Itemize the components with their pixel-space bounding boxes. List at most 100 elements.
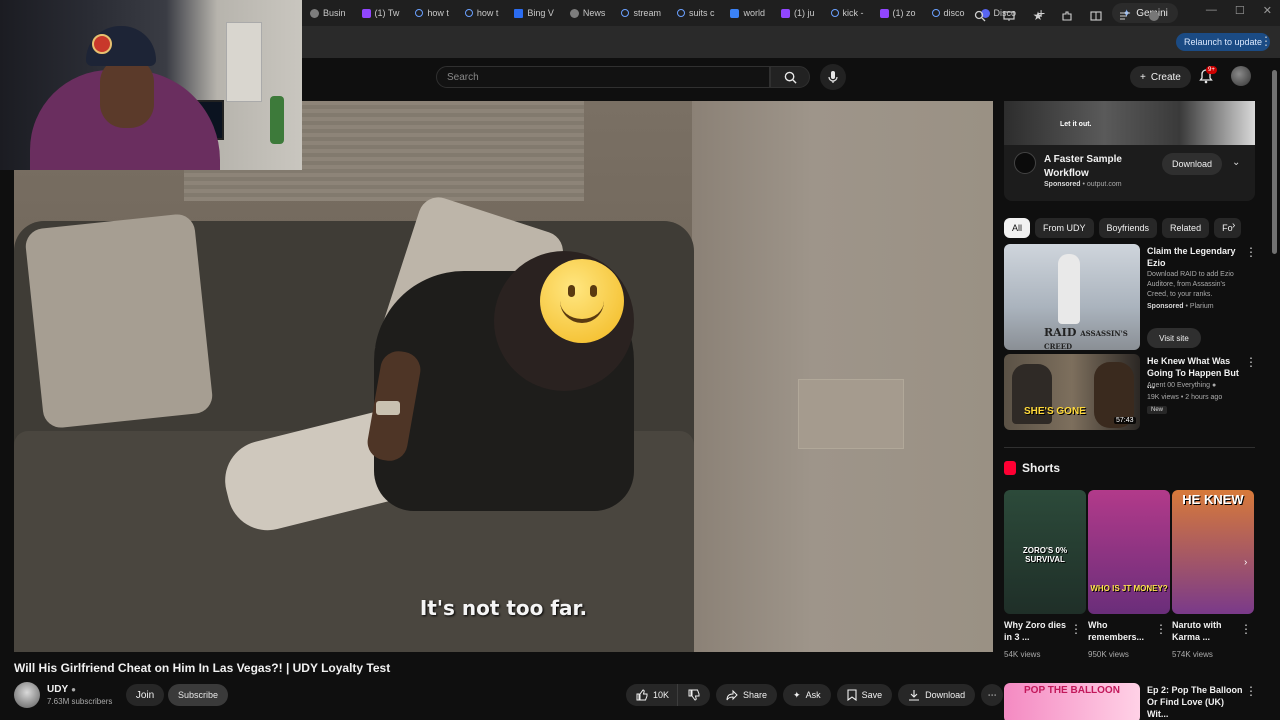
rec-description: Download RAID to add Ezio Auditore, from…: [1147, 271, 1234, 298]
search-icon: [415, 9, 424, 17]
more-actions-button[interactable]: ⋯: [981, 684, 1004, 706]
short-thumbnail[interactable]: WHO IS JT MONEY?: [1088, 490, 1170, 614]
ask-button[interactable]: ✦ Ask: [783, 684, 831, 706]
video-player[interactable]: [14, 101, 993, 652]
video-actions: 10K Share ✦ Ask Save Download ⋯: [626, 684, 1004, 706]
chip-more[interactable]: Fo: [1214, 218, 1241, 238]
close-button[interactable]: ✕: [1263, 4, 1272, 17]
thumbs-down-icon: [688, 689, 700, 701]
more-options-icon[interactable]: ⋮: [1245, 684, 1257, 698]
short-views: 54K views: [1004, 650, 1041, 659]
twitch-icon: [879, 8, 889, 18]
download-icon: [909, 690, 920, 701]
short-thumbnail[interactable]: ZORO'S 0% SURVIVAL: [1004, 490, 1086, 614]
video-title: Will His Girlfriend Cheat on Him In Las …: [14, 661, 391, 675]
search-input[interactable]: Search: [436, 66, 770, 88]
rec-thumbnail[interactable]: POP THE BALLOON: [1004, 683, 1140, 720]
chip-boyfriends[interactable]: Boyfriends: [1098, 218, 1158, 238]
more-options-icon[interactable]: ⋮: [1155, 622, 1167, 636]
ad-download-button[interactable]: Download: [1162, 153, 1222, 175]
short-title[interactable]: Who remembers...: [1088, 619, 1154, 643]
browser-tab[interactable]: Bing V: [506, 0, 562, 26]
account-avatar[interactable]: [1231, 66, 1251, 86]
more-options-icon[interactable]: ⋮: [1070, 622, 1082, 636]
voice-search-button[interactable]: [820, 64, 846, 90]
more-options-icon[interactable]: ⋮: [1240, 622, 1252, 636]
favicon-icon: [310, 8, 319, 18]
short-title[interactable]: Naruto with Karma ...: [1172, 619, 1238, 643]
chevron-right-icon[interactable]: ›: [1232, 220, 1235, 231]
browser-tab[interactable]: kick -: [823, 0, 872, 26]
browser-tab[interactable]: how t: [457, 0, 507, 26]
browser-tab[interactable]: (1) Tw: [354, 0, 408, 26]
new-badge: New: [1147, 406, 1168, 414]
browser-tab[interactable]: Busin: [302, 0, 354, 26]
chip-from-udy[interactable]: From UDY: [1035, 218, 1094, 238]
share-icon: [726, 689, 738, 701]
rec-sponsor-line: Sponsored • Plarium: [1147, 303, 1214, 310]
scrollbar-thumb[interactable]: [1272, 70, 1277, 254]
dislike-button[interactable]: [677, 684, 711, 706]
verified-icon: ●: [71, 685, 76, 694]
relaunch-button[interactable]: Relaunch to update: [1176, 33, 1271, 51]
sparkle-icon: ✦: [793, 689, 801, 700]
tab-list: Busin (1) Tw how t how t Bing V News str…: [302, 0, 1052, 26]
more-icon: ⋯: [987, 689, 997, 700]
more-options-icon[interactable]: ⋮: [1245, 355, 1257, 369]
search-icon: [621, 9, 630, 17]
save-button[interactable]: Save: [836, 684, 893, 706]
channel-name[interactable]: UDY ●: [47, 684, 76, 695]
browser-tab[interactable]: stream: [613, 0, 669, 26]
share-button[interactable]: Share: [716, 684, 778, 706]
rec-channel[interactable]: Agent 00 Everything ●: [1147, 382, 1216, 389]
thumbs-up-icon: [636, 689, 648, 701]
notification-badge: 9+: [1206, 66, 1217, 74]
rec-title[interactable]: Ep 2: Pop The Balloon Or Find Love (UK) …: [1147, 684, 1243, 720]
search-icon: [931, 9, 940, 17]
rec-title[interactable]: Claim the Legendary Ezio: [1147, 245, 1243, 269]
split-screen-icon[interactable]: [1088, 8, 1104, 24]
browser-tab[interactable]: suits c: [669, 0, 723, 26]
browser-tab[interactable]: disco: [924, 0, 973, 26]
search-button[interactable]: [770, 66, 810, 88]
twitch-icon: [361, 8, 371, 18]
more-options-icon[interactable]: ⋮: [1245, 245, 1257, 259]
subscribe-button[interactable]: Subscribe: [168, 684, 228, 706]
browser-tab[interactable]: (1) zo: [872, 0, 924, 26]
profile-icon[interactable]: [1146, 8, 1162, 24]
rec-thumbnail[interactable]: RAID ASSASSIN'S CREED: [1004, 244, 1140, 350]
ad-thumbnail[interactable]: Let it out.: [1004, 101, 1255, 145]
extensions-icon[interactable]: [1059, 8, 1075, 24]
browser-tab[interactable]: world: [722, 0, 773, 26]
visit-site-button[interactable]: Visit site: [1147, 328, 1201, 348]
zoom-icon[interactable]: [972, 8, 988, 24]
download-button[interactable]: Download: [898, 684, 976, 706]
divider: [1004, 447, 1255, 448]
microphone-icon: [828, 71, 838, 83]
browser-tab[interactable]: how t: [407, 0, 457, 26]
short-title[interactable]: Why Zoro dies in 3 ...: [1004, 619, 1070, 643]
ad-title[interactable]: A Faster Sample Workflow: [1044, 153, 1154, 181]
bookmark-star-icon[interactable]: ★: [1030, 8, 1046, 24]
advertiser-logo: [1014, 152, 1036, 174]
minimize-button[interactable]: —: [1206, 4, 1217, 17]
chevron-right-icon[interactable]: ›: [1244, 557, 1258, 571]
like-button[interactable]: 10K: [626, 684, 678, 706]
chip-all[interactable]: All: [1004, 218, 1031, 238]
short-views: 950K views: [1088, 650, 1129, 659]
browser-tab[interactable]: (1) ju: [773, 0, 823, 26]
join-button[interactable]: Join: [126, 684, 164, 706]
chip-related[interactable]: Related: [1162, 218, 1210, 238]
subscriber-count: 7.63M subscribers: [47, 697, 113, 706]
channel-avatar[interactable]: [14, 682, 40, 708]
short-thumbnail[interactable]: HE KNEW: [1172, 490, 1254, 614]
light-switch: [798, 379, 904, 449]
media-control-icon[interactable]: [1117, 8, 1133, 24]
browser-menu-icon[interactable]: ⋮: [1260, 34, 1272, 48]
webcam-overlay: [0, 0, 302, 170]
browser-tab[interactable]: News: [562, 0, 614, 26]
create-button[interactable]: + Create: [1130, 66, 1191, 88]
chevron-down-icon[interactable]: ⌄: [1232, 157, 1240, 168]
maximize-button[interactable]: ☐: [1235, 4, 1245, 17]
install-app-icon[interactable]: [1001, 8, 1017, 24]
